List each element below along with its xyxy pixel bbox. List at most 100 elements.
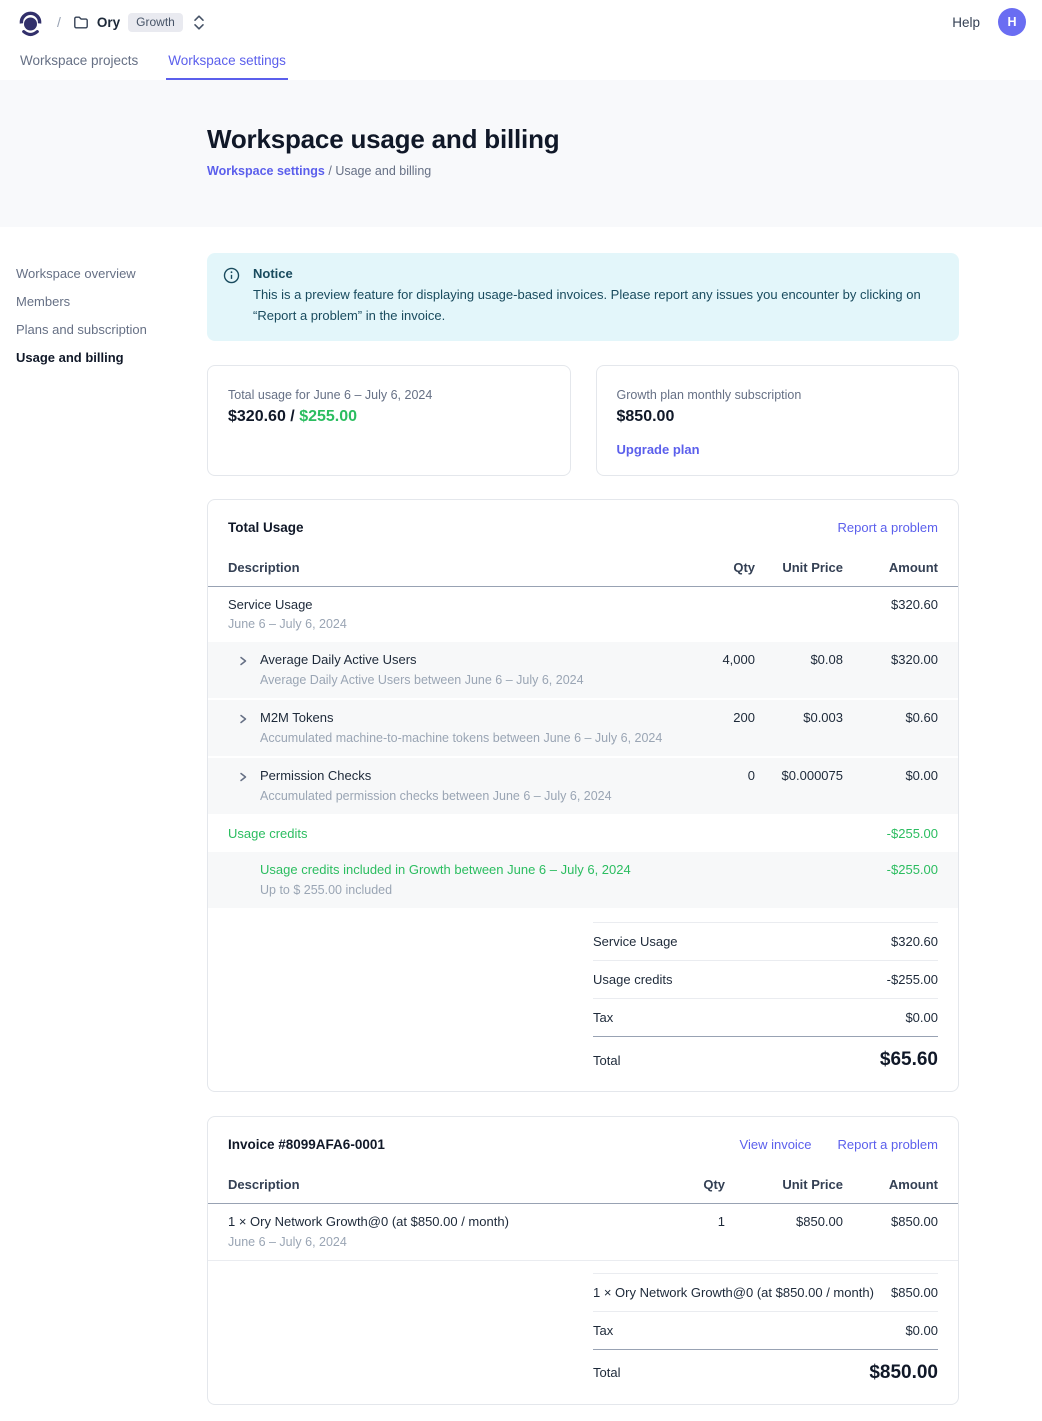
sidebar-item-workspace-overview[interactable]: Workspace overview bbox=[16, 259, 207, 287]
total-usage-panel: Total Usage Report a problem Description… bbox=[207, 499, 959, 1093]
row-unit-price bbox=[755, 596, 843, 633]
workspace-name: Ory bbox=[97, 15, 120, 30]
grand-total-value: $65.60 bbox=[880, 1049, 938, 1071]
totals-label: Service Usage bbox=[593, 934, 678, 949]
card-label: Growth plan monthly subscription bbox=[617, 388, 939, 402]
row-amount: $850.00 bbox=[843, 1213, 938, 1250]
sidebar-item-usage-and-billing[interactable]: Usage and billing bbox=[16, 343, 207, 371]
breadcrumb-current: Usage and billing bbox=[335, 164, 431, 178]
table-row: Usage credits -$255.00 bbox=[208, 816, 958, 853]
invoice-panel: Invoice #8099AFA6-0001 View invoice Repo… bbox=[207, 1116, 959, 1405]
sidebar-item-members[interactable]: Members bbox=[16, 287, 207, 315]
row-unit-price: $0.08 bbox=[755, 651, 843, 688]
notice-title: Notice bbox=[253, 266, 941, 281]
usage-totals: Service Usage $320.60 Usage credits -$25… bbox=[593, 922, 938, 1036]
col-description: Description bbox=[228, 1177, 663, 1192]
table-row: Usage credits included in Growth between… bbox=[208, 852, 958, 910]
grand-total-label: Total bbox=[593, 1365, 620, 1380]
chevron-right-icon[interactable] bbox=[237, 654, 249, 668]
row-amount: -$255.00 bbox=[843, 861, 938, 898]
table-row: M2M Tokens Accumulated machine-to-machin… bbox=[208, 700, 958, 758]
row-unit-price: $0.000075 bbox=[755, 767, 843, 804]
panel-title: Invoice #8099AFA6-0001 bbox=[228, 1137, 714, 1152]
tab-workspace-settings[interactable]: Workspace settings bbox=[166, 44, 288, 80]
view-invoice-link[interactable]: View invoice bbox=[740, 1137, 812, 1152]
row-subtitle: June 6 – July 6, 2024 bbox=[228, 616, 347, 632]
table-row: Permission Checks Accumulated permission… bbox=[208, 758, 958, 816]
row-unit-price: $850.00 bbox=[725, 1213, 843, 1250]
row-unit-price bbox=[755, 861, 843, 898]
row-subtitle: Accumulated permission checks between Ju… bbox=[260, 788, 612, 804]
usage-included: $255.00 bbox=[299, 408, 357, 425]
plan-badge: Growth bbox=[128, 13, 183, 32]
grand-total-label: Total bbox=[593, 1053, 620, 1068]
row-unit-price: $0.003 bbox=[755, 709, 843, 746]
ory-logo-icon[interactable] bbox=[18, 7, 43, 38]
row-title: M2M Tokens bbox=[260, 709, 662, 727]
totals-row: Service Usage $320.60 bbox=[593, 923, 938, 961]
row-title: Permission Checks bbox=[260, 767, 612, 785]
page-header: Workspace usage and billing Workspace se… bbox=[0, 80, 1042, 227]
breadcrumb: Workspace settings / Usage and billing bbox=[207, 164, 1042, 178]
upgrade-plan-link[interactable]: Upgrade plan bbox=[617, 442, 939, 457]
card-value: $320.60 / $255.00 bbox=[228, 408, 550, 426]
notice-banner: Notice This is a preview feature for dis… bbox=[207, 253, 959, 341]
totals-label: Usage credits bbox=[593, 972, 672, 987]
row-amount: $0.00 bbox=[843, 767, 938, 804]
totals-row: Tax $0.00 bbox=[593, 1312, 938, 1349]
sidebar-item-plans-and-subscription[interactable]: Plans and subscription bbox=[16, 315, 207, 343]
grand-total-row: Total $65.60 bbox=[593, 1036, 938, 1077]
row-amount: $320.00 bbox=[843, 651, 938, 688]
report-problem-link[interactable]: Report a problem bbox=[838, 1137, 938, 1152]
col-description: Description bbox=[228, 560, 675, 575]
breadcrumb-link[interactable]: Workspace settings bbox=[207, 164, 325, 178]
row-qty: 0 bbox=[675, 767, 755, 804]
card-value: $850.00 bbox=[617, 408, 939, 426]
totals-value: $0.00 bbox=[905, 1010, 938, 1025]
totals-label: 1 × Ory Network Growth@0 (at $850.00 / m… bbox=[593, 1285, 874, 1300]
totals-label: Tax bbox=[593, 1323, 613, 1338]
workspace-tabs: Workspace projects Workspace settings bbox=[0, 44, 1042, 80]
subscription-card: Growth plan monthly subscription $850.00… bbox=[596, 365, 960, 476]
totals-value: $320.60 bbox=[891, 934, 938, 949]
row-subtitle: Accumulated machine-to-machine tokens be… bbox=[260, 730, 662, 746]
row-qty bbox=[675, 825, 755, 843]
panel-title: Total Usage bbox=[228, 520, 812, 535]
help-link[interactable]: Help bbox=[952, 15, 980, 30]
row-title: 1 × Ory Network Growth@0 (at $850.00 / m… bbox=[228, 1213, 509, 1231]
row-qty bbox=[675, 596, 755, 633]
avatar[interactable]: H bbox=[998, 8, 1026, 36]
unfold-more-icon[interactable] bbox=[193, 14, 205, 31]
col-amount: Amount bbox=[843, 560, 938, 575]
row-title: Usage credits bbox=[228, 825, 307, 843]
row-subtitle: June 6 – July 6, 2024 bbox=[228, 1234, 509, 1250]
top-bar: / Ory Growth Help H bbox=[0, 0, 1042, 44]
totals-label: Tax bbox=[593, 1010, 613, 1025]
workspace-switcher[interactable]: Ory Growth bbox=[73, 13, 205, 32]
totals-row: 1 × Ory Network Growth@0 (at $850.00 / m… bbox=[593, 1274, 938, 1312]
chevron-right-icon[interactable] bbox=[237, 712, 249, 726]
col-amount: Amount bbox=[843, 1177, 938, 1192]
row-title: Usage credits included in Growth between… bbox=[260, 861, 631, 879]
totals-value: $0.00 bbox=[905, 1323, 938, 1338]
table-row: 1 × Ory Network Growth@0 (at $850.00 / m… bbox=[208, 1204, 958, 1261]
row-amount: $320.60 bbox=[843, 596, 938, 633]
notice-body: This is a preview feature for displaying… bbox=[253, 285, 941, 327]
table-row: Service Usage June 6 – July 6, 2024 $320… bbox=[208, 587, 958, 643]
row-subtitle: Average Daily Active Users between June … bbox=[260, 672, 584, 688]
row-qty: 1 bbox=[663, 1213, 725, 1250]
row-amount: -$255.00 bbox=[843, 825, 938, 843]
report-problem-link[interactable]: Report a problem bbox=[838, 520, 938, 535]
row-unit-price bbox=[755, 825, 843, 843]
row-qty: 200 bbox=[675, 709, 755, 746]
totals-value: $850.00 bbox=[891, 1285, 938, 1300]
tab-workspace-projects[interactable]: Workspace projects bbox=[18, 44, 140, 80]
settings-sidebar: Workspace overviewMembersPlans and subsc… bbox=[0, 253, 207, 1421]
grand-total-value: $850.00 bbox=[869, 1362, 938, 1384]
row-qty bbox=[675, 861, 755, 898]
breadcrumb-separator: / bbox=[57, 14, 61, 30]
chevron-right-icon[interactable] bbox=[237, 770, 249, 784]
col-qty: Qty bbox=[663, 1177, 725, 1192]
col-qty: Qty bbox=[675, 560, 755, 575]
col-unit-price: Unit Price bbox=[725, 1177, 843, 1192]
